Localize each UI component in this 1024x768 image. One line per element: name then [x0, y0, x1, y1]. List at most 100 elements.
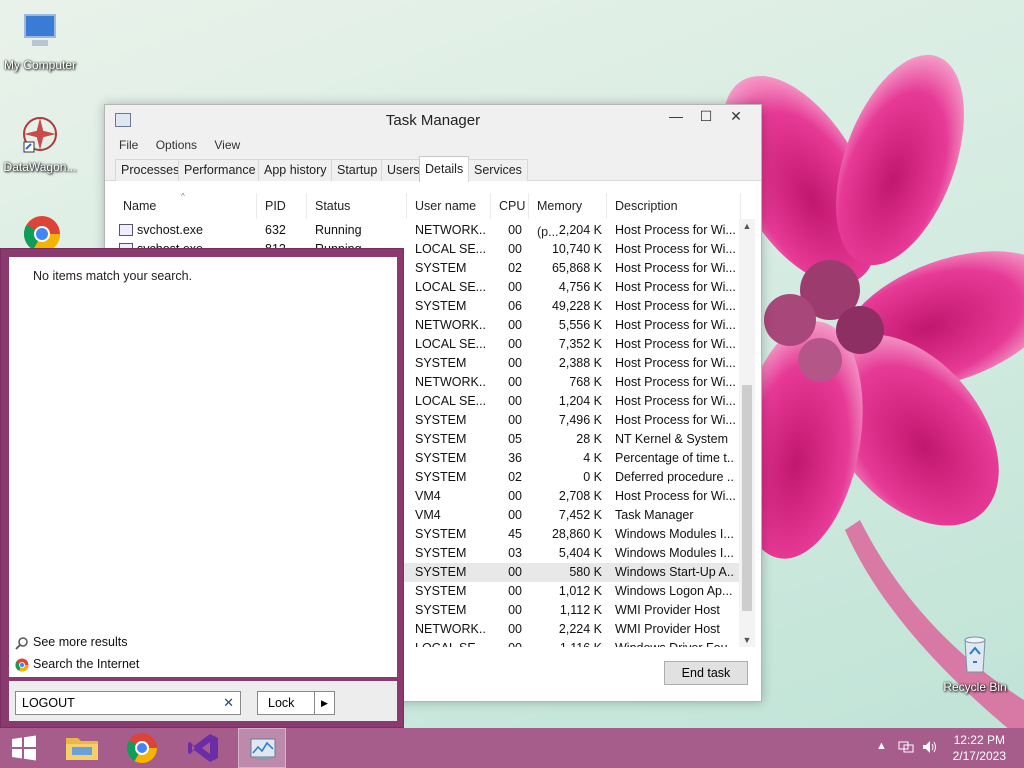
menu-view[interactable]: View: [214, 135, 240, 155]
cell-user: VM4: [415, 489, 441, 503]
cell-description: Windows Driver Fou...: [615, 639, 735, 647]
cell-memory: 5,556 K: [558, 318, 602, 332]
cell-user: LOCAL SE...: [415, 242, 487, 256]
desktop-icon-my-computer[interactable]: My Computer: [0, 10, 80, 72]
cell-user: NETWORK...: [415, 375, 487, 389]
search-results-area: No items match your search. See more res…: [9, 257, 397, 677]
column-header-cpu[interactable]: CPU: [491, 193, 529, 219]
start-search-panel: No items match your search. See more res…: [0, 248, 404, 728]
cell-memory: 2,204 K: [558, 223, 602, 237]
search-query: LOGOUT: [22, 696, 75, 710]
cell-memory: 0 K: [583, 470, 602, 484]
cell-cpu: 36: [508, 451, 522, 465]
minimize-button[interactable]: —: [661, 105, 691, 127]
process-icon: [119, 224, 133, 236]
tab-processes[interactable]: Processes: [115, 159, 186, 181]
desktop-icon-label: DataWagon...: [3, 160, 77, 174]
column-header-status[interactable]: Status: [307, 193, 407, 219]
cell-cpu: 00: [508, 622, 522, 636]
desktop-icon-datawagon[interactable]: DataWagon...: [0, 112, 80, 174]
cell-cpu: 00: [508, 394, 522, 408]
clock-date: 2/17/2023: [952, 749, 1006, 763]
cell-cpu: 00: [491, 639, 522, 647]
cell-status: Running: [315, 223, 362, 237]
maximize-button[interactable]: ☐: [691, 105, 721, 127]
taskbar-chrome[interactable]: [118, 728, 166, 768]
menu-options[interactable]: Options: [156, 135, 197, 155]
cell-user: SYSTEM: [415, 527, 467, 541]
scroll-up-icon[interactable]: ▲: [739, 221, 755, 231]
column-header-pid[interactable]: PID: [257, 193, 307, 219]
folder-icon: [66, 738, 98, 760]
cell-cpu: 00: [508, 337, 522, 351]
taskbar-task-manager[interactable]: [238, 728, 286, 768]
cell-user: SYSTEM: [415, 261, 467, 275]
cell-cpu: 00: [508, 242, 522, 256]
network-icon[interactable]: [898, 740, 914, 757]
lock-button[interactable]: Lock ▶: [257, 691, 335, 715]
cell-cpu: 05: [508, 432, 522, 446]
windows-logo-icon: [12, 735, 36, 761]
start-button[interactable]: [0, 728, 48, 768]
cell-user: SYSTEM: [415, 565, 467, 579]
cell-memory: 5,404 K: [558, 546, 602, 560]
computer-icon: [18, 10, 62, 54]
tab-services[interactable]: Services: [468, 159, 528, 181]
column-header-memory[interactable]: Memory (p...: [529, 193, 607, 239]
tab-performance[interactable]: Performance: [178, 159, 262, 181]
cell-user: NETWORK...: [415, 223, 487, 237]
cell-description: Host Process for Wi...: [615, 223, 735, 237]
scrollbar-thumb[interactable]: [742, 385, 752, 611]
cell-description: Host Process for Wi...: [615, 337, 735, 351]
desktop-icon-recycle-bin[interactable]: Recycle Bin: [935, 632, 1015, 694]
cell-description: Deferred procedure ...: [615, 470, 735, 484]
tab-startup[interactable]: Startup: [331, 159, 384, 181]
end-task-button[interactable]: End task: [664, 661, 748, 685]
cell-memory: 28,860 K: [551, 527, 602, 541]
cell-user: LOCAL SE...: [415, 337, 487, 351]
table-row[interactable]: svchost.exe 632 Running NETWORK... 00 2,204 K…: [115, 221, 741, 240]
search-internet-label: Search the Internet: [33, 657, 140, 671]
close-button[interactable]: ✕: [721, 105, 751, 127]
scroll-down-icon[interactable]: ▼: [739, 635, 755, 645]
search-internet-link[interactable]: Search the Internet: [15, 657, 139, 672]
menu-file[interactable]: File: [119, 135, 138, 155]
taskbar-file-explorer[interactable]: [58, 728, 106, 768]
cell-pid: 632: [265, 223, 286, 237]
cell-user: SYSTEM: [415, 299, 467, 313]
power-options-arrow-icon[interactable]: ▶: [314, 692, 334, 714]
column-header-user-name[interactable]: User name: [407, 193, 491, 219]
cell-description: Host Process for Wi...: [615, 375, 735, 389]
cell-description: Host Process for Wi...: [615, 356, 735, 370]
cell-cpu: 00: [508, 413, 522, 427]
cell-user: LOCAL SE...: [415, 280, 487, 294]
volume-icon[interactable]: [922, 740, 938, 757]
tab-details[interactable]: Details: [419, 156, 470, 182]
see-more-results-link[interactable]: See more results: [15, 635, 127, 650]
clear-search-icon[interactable]: ✕: [223, 692, 234, 714]
system-clock[interactable]: 12:22 PM 2/17/2023: [953, 732, 1006, 764]
column-header-name[interactable]: Name ^: [115, 193, 257, 219]
cell-description: NT Kernel & System: [615, 432, 729, 446]
column-header-description[interactable]: Description: [607, 193, 741, 219]
cell-cpu: 02: [508, 470, 522, 484]
datawagon-logo-icon: [18, 112, 62, 156]
cell-memory: 4 K: [583, 451, 602, 465]
search-bottom-bar: LOGOUT ✕ Lock ▶: [9, 681, 397, 721]
cell-user: NETWORK...: [415, 318, 487, 332]
cell-user: LOCAL SE...: [415, 639, 487, 647]
show-hidden-icons-icon[interactable]: ▲: [876, 740, 887, 752]
cell-memory: 1,112 K: [559, 603, 602, 617]
cell-cpu: 00: [508, 584, 522, 598]
search-input[interactable]: LOGOUT ✕: [15, 691, 241, 715]
cell-description: Host Process for Wi...: [615, 489, 735, 503]
see-more-results-label: See more results: [33, 635, 128, 649]
taskbar-visual-studio[interactable]: [180, 728, 228, 768]
clock-time: 12:22 PM: [953, 733, 1005, 747]
title-bar[interactable]: Task Manager — ☐ ✕: [105, 105, 761, 135]
cell-user: SYSTEM: [415, 413, 467, 427]
cell-memory: 1,012 K: [558, 584, 602, 598]
cell-description: Host Process for Wi...: [615, 413, 735, 427]
tab-app-history[interactable]: App history: [258, 159, 333, 181]
vertical-scrollbar[interactable]: ▲ ▼: [739, 219, 755, 647]
